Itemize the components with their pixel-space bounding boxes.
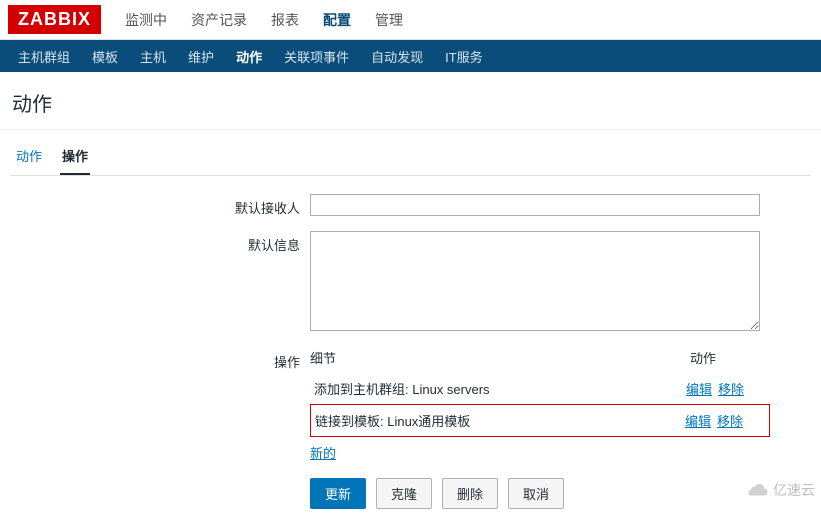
- subnav-hostgroups[interactable]: 主机群组: [8, 41, 80, 72]
- label-operations: 操作: [10, 348, 310, 462]
- subnav-hosts[interactable]: 主机: [130, 41, 176, 72]
- operation-remove-link[interactable]: 移除: [718, 379, 744, 398]
- row-message: 默认信息: [10, 231, 811, 334]
- tab-operations[interactable]: 操作: [60, 138, 90, 175]
- operation-row: 链接到模板: Linux通用模板 编辑 移除: [310, 404, 770, 437]
- page-header: 动作: [0, 72, 821, 130]
- topnav-reports[interactable]: 报表: [261, 2, 309, 38]
- subnav-maintenance[interactable]: 维护: [178, 41, 224, 72]
- tabs: 动作 操作: [10, 138, 811, 176]
- header-detail: 细节: [310, 348, 690, 367]
- subnav-templates[interactable]: 模板: [82, 41, 128, 72]
- watermark: 亿速云: [747, 480, 815, 500]
- topnav-configuration[interactable]: 配置: [313, 2, 361, 38]
- operation-new-link[interactable]: 新的: [310, 443, 336, 462]
- label-recipient: 默认接收人: [10, 194, 310, 217]
- content: 动作 操作 默认接收人 默认信息 操作 细节 动作 添加到主机群组: Linux…: [0, 130, 821, 529]
- label-message: 默认信息: [10, 231, 310, 334]
- page-title: 动作: [12, 88, 809, 117]
- topbar: ZABBIX 监测中 资产记录 报表 配置 管理: [0, 0, 821, 40]
- input-recipient[interactable]: [310, 194, 760, 216]
- textarea-message[interactable]: [310, 231, 760, 331]
- tab-action[interactable]: 动作: [14, 138, 44, 175]
- operation-row: 添加到主机群组: Linux servers 编辑 移除: [310, 373, 770, 404]
- subnav-correlation[interactable]: 关联项事件: [274, 41, 359, 72]
- operations-header: 细节 动作: [310, 348, 770, 367]
- subbar: 主机群组 模板 主机 维护 动作 关联项事件 自动发现 IT服务: [0, 40, 821, 72]
- operation-text: 链接到模板: Linux通用模板: [315, 411, 685, 430]
- update-button[interactable]: 更新: [310, 478, 366, 509]
- operations-table: 细节 动作 添加到主机群组: Linux servers 编辑 移除 链接到模板…: [310, 348, 770, 462]
- cloud-icon: [747, 483, 769, 497]
- clone-button[interactable]: 克隆: [376, 478, 432, 509]
- topnav-inventory[interactable]: 资产记录: [181, 2, 257, 38]
- cancel-button[interactable]: 取消: [508, 478, 564, 509]
- topnav-monitoring[interactable]: 监测中: [115, 2, 177, 38]
- topnav-administration[interactable]: 管理: [365, 2, 413, 38]
- header-action: 动作: [690, 348, 770, 367]
- operation-text: 添加到主机群组: Linux servers: [314, 379, 686, 398]
- operation-edit-link[interactable]: 编辑: [685, 411, 711, 430]
- subnav-discovery[interactable]: 自动发现: [361, 41, 433, 72]
- row-recipient: 默认接收人: [10, 194, 811, 217]
- button-row: 更新 克隆 删除 取消: [310, 478, 811, 509]
- brand-logo: ZABBIX: [8, 5, 101, 34]
- subnav-itservices[interactable]: IT服务: [435, 41, 493, 72]
- delete-button[interactable]: 删除: [442, 478, 498, 509]
- watermark-text: 亿速云: [773, 480, 815, 500]
- subnav-actions[interactable]: 动作: [226, 41, 272, 72]
- operation-remove-link[interactable]: 移除: [717, 411, 743, 430]
- operation-edit-link[interactable]: 编辑: [686, 379, 712, 398]
- row-operations: 操作 细节 动作 添加到主机群组: Linux servers 编辑 移除 链接…: [10, 348, 811, 462]
